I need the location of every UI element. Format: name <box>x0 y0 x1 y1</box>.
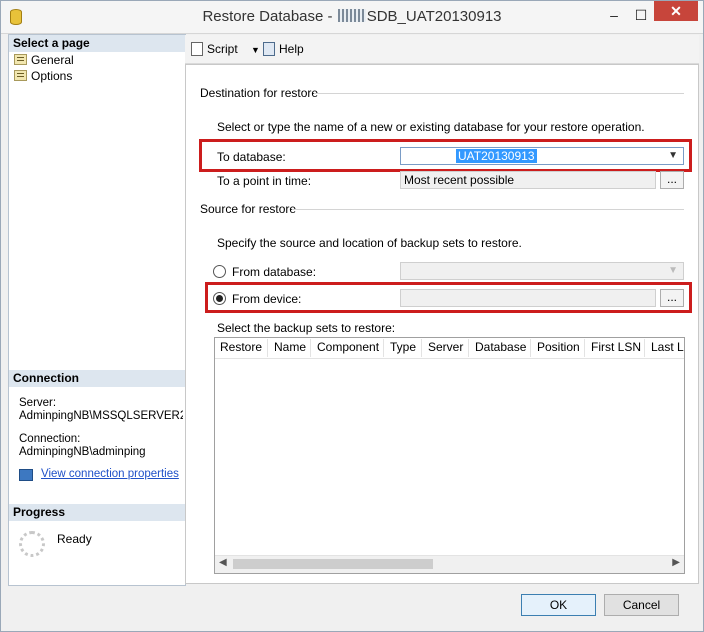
divider <box>267 339 268 357</box>
script-dropdown-button[interactable]: ▼ <box>245 40 260 58</box>
restore-database-window: Restore Database - SDB_UAT20130913 – ☐ ✕… <box>0 0 704 632</box>
divider <box>468 339 469 357</box>
divider <box>310 339 311 357</box>
window-title-suffix: SDB_UAT20130913 <box>366 8 502 25</box>
to-database-highlight <box>199 139 692 172</box>
connection-value: AdminpingNB\adminping <box>19 446 146 458</box>
script-icon <box>191 42 203 56</box>
point-in-time-field: Most recent possible <box>400 171 656 189</box>
column-header-position[interactable]: Position <box>537 340 580 354</box>
page-item-label: General <box>31 53 74 67</box>
toolbar: Script ▼ Help <box>185 35 699 64</box>
destination-instruction: Select or type the name of a new or exis… <box>217 120 645 134</box>
divider <box>421 339 422 357</box>
window-title-prefix: Restore Database - <box>202 8 337 25</box>
page-item-options[interactable]: Options <box>13 68 72 84</box>
minimize-button[interactable]: – <box>599 3 629 27</box>
ok-button[interactable]: OK <box>521 594 596 616</box>
progress-header: Progress <box>9 504 185 521</box>
help-button[interactable]: Help <box>263 40 304 58</box>
divider <box>644 339 645 357</box>
source-instruction: Specify the source and location of backu… <box>217 236 522 250</box>
horizontal-scrollbar[interactable]: ◀ ▶ <box>215 555 684 573</box>
point-in-time-browse-button[interactable]: ... <box>660 171 684 189</box>
left-pane: Select a page General Options Connection… <box>8 34 186 586</box>
column-header-restore[interactable]: Restore <box>220 340 262 354</box>
column-header-last-lsn[interactable]: Last LS <box>651 340 684 354</box>
view-connection-properties-link[interactable]: View connection properties <box>41 468 179 480</box>
divider <box>314 93 684 94</box>
title-bar: Restore Database - SDB_UAT20130913 – ☐ ✕ <box>1 1 703 34</box>
progress-status: Ready <box>57 532 92 546</box>
help-icon <box>263 42 275 56</box>
scroll-left-icon[interactable]: ◀ <box>219 557 227 568</box>
page-item-general[interactable]: General <box>13 52 74 68</box>
redacted-name <box>337 9 366 22</box>
column-header-name[interactable]: Name <box>274 340 306 354</box>
divider <box>530 339 531 357</box>
progress-spinner-icon <box>19 531 45 557</box>
select-page-header: Select a page <box>9 35 185 52</box>
column-header-database[interactable]: Database <box>475 340 526 354</box>
backup-sets-label: Select the backup sets to restore: <box>217 321 396 335</box>
column-header-component[interactable]: Component <box>317 340 379 354</box>
divider <box>383 339 384 357</box>
from-database-combo: ▼ <box>400 262 684 280</box>
cancel-button[interactable]: Cancel <box>604 594 679 616</box>
destination-group-label: Destination for restore <box>200 86 319 100</box>
scrollbar-thumb[interactable] <box>233 559 433 569</box>
source-group-label: Source for restore <box>200 202 297 216</box>
maximize-button[interactable]: ☐ <box>629 3 653 27</box>
column-header-first-lsn[interactable]: First LSN <box>591 340 641 354</box>
connection-header: Connection <box>9 370 185 387</box>
scroll-right-icon[interactable]: ▶ <box>672 557 680 568</box>
column-header-server[interactable]: Server <box>428 340 463 354</box>
page-item-label: Options <box>31 69 73 83</box>
close-button[interactable]: ✕ <box>654 1 698 21</box>
connection-label: Connection: <box>19 433 81 445</box>
point-in-time-label: To a point in time: <box>217 174 312 188</box>
from-database-label: From database: <box>232 265 317 279</box>
backup-sets-grid[interactable]: Restore Name Component Type Server Datab… <box>214 337 685 574</box>
page-icon <box>14 70 27 81</box>
script-label: Script <box>207 42 238 56</box>
chevron-down-icon: ▼ <box>668 265 678 276</box>
server-value: AdminpingNB\MSSQLSERVER20 <box>19 410 183 422</box>
divider <box>292 209 684 210</box>
divider <box>584 339 585 357</box>
script-button[interactable]: Script <box>191 40 238 58</box>
help-label: Help <box>279 42 304 56</box>
from-device-highlight <box>205 282 692 313</box>
column-header-type[interactable]: Type <box>390 340 416 354</box>
page-icon <box>14 54 27 65</box>
grid-header: Restore Name Component Type Server Datab… <box>215 338 684 359</box>
window-title: Restore Database - SDB_UAT20130913 <box>1 8 703 25</box>
chevron-down-icon: ▼ <box>251 45 260 55</box>
from-database-radio[interactable] <box>213 265 226 278</box>
connection-properties-icon <box>19 469 33 481</box>
server-label: Server: <box>19 397 57 409</box>
main-content: Destination for restore Select or type t… <box>185 64 699 584</box>
